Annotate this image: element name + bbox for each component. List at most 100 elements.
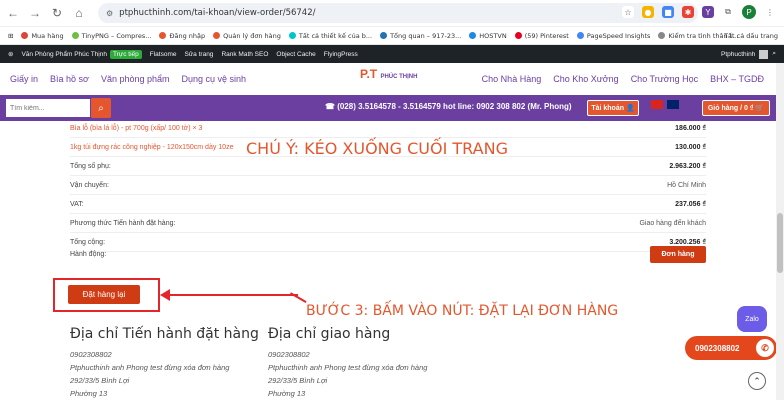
account-button[interactable]: Tài khoản 👤 bbox=[587, 100, 639, 116]
nav-giay-in[interactable]: Giấy in bbox=[10, 74, 38, 84]
note-step-3: BƯỚC 3: BẤM VÀO NÚT: ĐẶT LẠI ĐƠN HÀNG bbox=[306, 303, 619, 319]
reorder-button[interactable]: Đặt hàng lại bbox=[68, 285, 140, 304]
wp-item-cache[interactable]: Object Cache bbox=[276, 51, 315, 58]
bookmark-item[interactable]: HOSTVN bbox=[469, 32, 507, 40]
bookmark-favicon-icon bbox=[71, 32, 79, 39]
phone-call-button[interactable]: 0902308802 ✆ bbox=[685, 336, 777, 360]
bookmark-item[interactable]: Quản lý đơn hàng bbox=[213, 32, 281, 40]
nav-cho-nha-hang[interactable]: Cho Nhà Hàng bbox=[482, 74, 542, 84]
user-icon: 👤 bbox=[625, 105, 635, 112]
wp-item-edit[interactable]: Sửa trang bbox=[185, 51, 214, 58]
bookmark-label: Quản lý đơn hàng bbox=[223, 31, 281, 40]
nav-van-phong-pham[interactable]: Văn phòng phẩm bbox=[101, 74, 170, 84]
extension-icon[interactable]: ■ bbox=[662, 6, 674, 18]
wp-item-flatsome[interactable]: Flatsome bbox=[150, 51, 177, 58]
search-icon[interactable]: ⌕ bbox=[772, 50, 776, 58]
menu-icon[interactable]: ⋮ bbox=[764, 6, 776, 18]
zalo-chat-button[interactable]: Zalo bbox=[737, 306, 767, 332]
search-button[interactable]: ⌕ bbox=[91, 98, 111, 118]
puzzle-icon[interactable]: ⧉ bbox=[722, 6, 734, 18]
order-row-label: Vận chuyển: bbox=[70, 181, 109, 189]
search-bar: ⌕ ☎ (028) 3.5164578 - 3.5164579 hot line… bbox=[0, 95, 784, 121]
user-avatar[interactable] bbox=[759, 49, 769, 59]
url-text: ptphucthinh.com/tai-khoan/view-order/567… bbox=[119, 8, 316, 18]
order-row: Bìa lỗ (bìa lá lỗ) - pt 700g (xấp/ 100 t… bbox=[70, 119, 706, 138]
order-row-label: 1kg túi đựng rác công nghiệp - 120x150cm… bbox=[70, 143, 234, 151]
wp-item-flyingpress[interactable]: FlyingPress bbox=[324, 51, 358, 58]
bookmark-item[interactable]: TinyPNG – Compres... bbox=[71, 32, 151, 40]
order-row-value: 2.963.200 ₫ bbox=[669, 162, 706, 170]
billing-address-title: Địa chỉ Tiến hành đặt hàng bbox=[70, 326, 259, 342]
vn-flag-icon[interactable] bbox=[651, 100, 663, 109]
extension-icon[interactable]: ✱ bbox=[682, 6, 694, 18]
bookmark-item[interactable]: (59) Pinterest bbox=[514, 31, 569, 40]
back-icon[interactable]: ← bbox=[4, 6, 22, 20]
wp-site-name[interactable]: Văn Phòng Phẩm Phúc Thịnh bbox=[21, 51, 107, 58]
order-row-label: VAT: bbox=[70, 200, 84, 208]
back-to-top-button[interactable]: ⌃ bbox=[748, 372, 766, 390]
scrollbar-thumb[interactable] bbox=[777, 213, 783, 273]
bookmark-label: PageSpeed Insights bbox=[586, 31, 651, 40]
bookmark-favicon-icon bbox=[469, 32, 477, 39]
account-label: Tài khoản bbox=[591, 104, 624, 112]
nav-dung-cu-ve-sinh[interactable]: Dụng cụ vệ sinh bbox=[182, 74, 247, 84]
forward-icon[interactable]: → bbox=[26, 6, 44, 20]
shipping-address-line: 0902308802 bbox=[268, 350, 310, 359]
order-button[interactable]: Đơn hàng bbox=[650, 245, 706, 263]
order-row-label: Bìa lỗ (bìa lá lỗ) - pt 700g (xấp/ 100 t… bbox=[70, 124, 203, 132]
bookmark-item[interactable]: Tổng quan – 917-23... bbox=[380, 32, 461, 40]
wp-logo-icon[interactable]: ⊛ bbox=[8, 50, 13, 58]
bookmark-favicon-icon bbox=[576, 32, 584, 39]
all-bookmarks[interactable]: Tất cả dấu trang bbox=[724, 27, 778, 44]
note-scroll-down: CHÚ Ý: KÉO XUỐNG CUỐI TRANG bbox=[246, 139, 508, 158]
bookmark-label: (59) Pinterest bbox=[524, 31, 569, 40]
wp-user-name[interactable]: Ptphucthinh bbox=[721, 51, 755, 58]
arrow-line-diagonal bbox=[290, 292, 307, 303]
wp-item-rankmath[interactable]: Rank Math SEO bbox=[221, 51, 268, 58]
order-row: Tổng số phụ: 2.963.200 ₫ bbox=[70, 157, 706, 176]
search-input[interactable] bbox=[6, 99, 90, 117]
nav-bhx-tgdd[interactable]: BHX – TGDĐ bbox=[710, 74, 764, 84]
site-info-icon[interactable]: ⚙ bbox=[106, 9, 113, 18]
order-row-label: Phương thức Tiến hành đặt hàng: bbox=[70, 219, 176, 227]
star-icon[interactable]: ☆ bbox=[622, 6, 634, 18]
extension-icon[interactable]: Y bbox=[702, 6, 714, 18]
order-row-value: Giao hàng đến khách bbox=[639, 219, 706, 227]
browser-toolbar: ← → ↻ ⌂ ⚙ ptphucthinh.com/tai-khoan/view… bbox=[0, 0, 784, 27]
cart-label: Giỏ hàng / 0 ₫ bbox=[707, 104, 754, 112]
billing-address-line: Phường 13 bbox=[70, 389, 108, 398]
bookmark-item[interactable]: PageSpeed Insights bbox=[576, 31, 651, 40]
order-row: Phương thức Tiến hành đặt hàng: Giao hàng… bbox=[70, 214, 706, 233]
bookmark-label: Mua hàng bbox=[31, 31, 64, 40]
uk-flag-icon[interactable] bbox=[667, 100, 679, 109]
cart-icon: 🛒 bbox=[755, 105, 765, 112]
bookmark-label: Đăng nhập bbox=[169, 31, 206, 40]
reload-icon[interactable]: ↻ bbox=[48, 6, 66, 20]
order-row-label: Tổng số phụ: bbox=[70, 162, 111, 170]
nav-bia-ho-so[interactable]: Bìa hồ sơ bbox=[50, 74, 89, 84]
billing-address-line: 292/33/5 Bình Lợi bbox=[70, 376, 130, 385]
nav-cho-kho-xuong[interactable]: Cho Kho Xưởng bbox=[553, 74, 618, 84]
extension-icon[interactable]: ● bbox=[642, 6, 654, 18]
bookmark-favicon-icon bbox=[380, 32, 388, 39]
phone-icon: ✆ bbox=[756, 339, 774, 357]
nav-cho-truong-hoc[interactable]: Cho Trường Học bbox=[631, 74, 698, 84]
site-logo[interactable]: P.T PHÚC THỊNH bbox=[360, 67, 417, 81]
arrow-line bbox=[166, 294, 298, 296]
apps-icon[interactable]: ⊞ bbox=[8, 32, 13, 40]
address-bar[interactable]: ⚙ ptphucthinh.com/tai-khoan/view-order/5… bbox=[98, 3, 698, 23]
actions-label: Hành động: bbox=[70, 250, 107, 258]
order-row: Vận chuyển: Hồ Chí Minh bbox=[70, 176, 706, 195]
cart-button[interactable]: Giỏ hàng / 0 ₫ 🛒 bbox=[702, 100, 770, 116]
order-row-value: 237.056 ₫ bbox=[675, 200, 706, 208]
actions-row: Hành động: Đơn hàng bbox=[70, 243, 706, 265]
billing-address-line: 0902308802 bbox=[70, 350, 112, 359]
bookmark-favicon-icon bbox=[288, 32, 296, 39]
profile-avatar[interactable]: P bbox=[742, 5, 756, 19]
home-icon[interactable]: ⌂ bbox=[70, 6, 88, 20]
page-scrollbar[interactable] bbox=[776, 63, 784, 400]
bookmark-item[interactable]: Mua hàng bbox=[21, 31, 64, 40]
shipping-address-title: Địa chỉ giao hàng bbox=[268, 326, 391, 342]
bookmark-item[interactable]: Đăng nhập bbox=[159, 32, 205, 40]
bookmark-item[interactable]: Tất cả thiết kế của b... bbox=[288, 32, 372, 40]
